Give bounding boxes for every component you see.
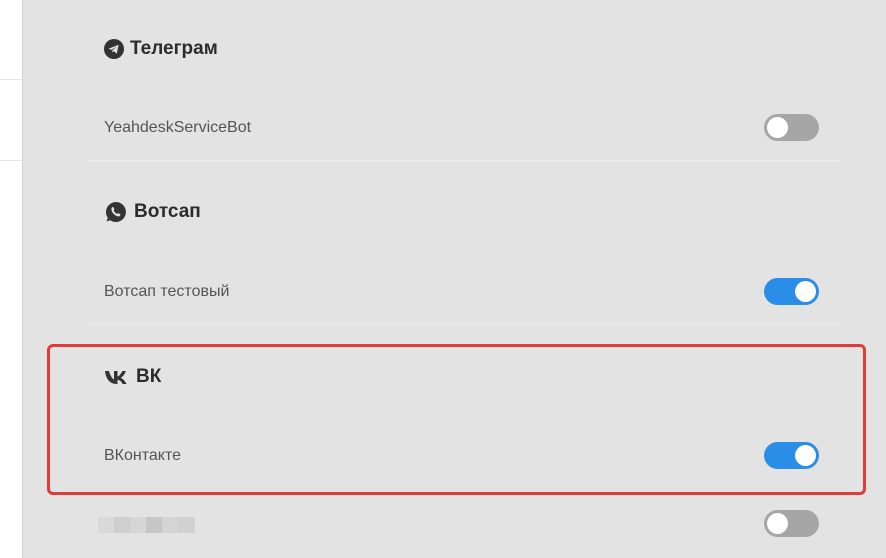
section-header-telegram: Телеграм [104,38,218,60]
toggle-knob [795,281,816,302]
highlight-frame [47,344,866,495]
left-panel-divider [0,79,22,80]
section-divider [86,160,840,161]
redacted-channel-label [98,517,195,533]
redacted-channel-toggle[interactable] [764,510,819,537]
vk-icon [104,369,130,385]
telegram-channel-toggle[interactable] [764,114,819,141]
left-panel-divider [0,160,22,161]
whatsapp-channel-toggle[interactable] [764,278,819,305]
section-title: Вотсап [134,201,201,222]
telegram-icon [104,39,124,59]
left-background-panel [0,0,23,558]
section-title: Телеграм [130,38,218,59]
toggle-knob [767,117,788,138]
vk-channel-toggle[interactable] [764,442,819,469]
toggle-knob [795,445,816,466]
section-header-whatsapp: Вотсап [104,200,201,224]
section-header-vk: ВК [104,366,161,388]
channel-name-label: Вотсап тестовый [104,283,230,300]
channel-name-label: YeahdeskServiceBot [104,119,252,136]
section-title: ВК [136,366,162,387]
channel-name-label: ВКонтакте [104,447,181,464]
toggle-knob [767,513,788,534]
whatsapp-icon [104,200,128,224]
section-divider [86,324,840,325]
